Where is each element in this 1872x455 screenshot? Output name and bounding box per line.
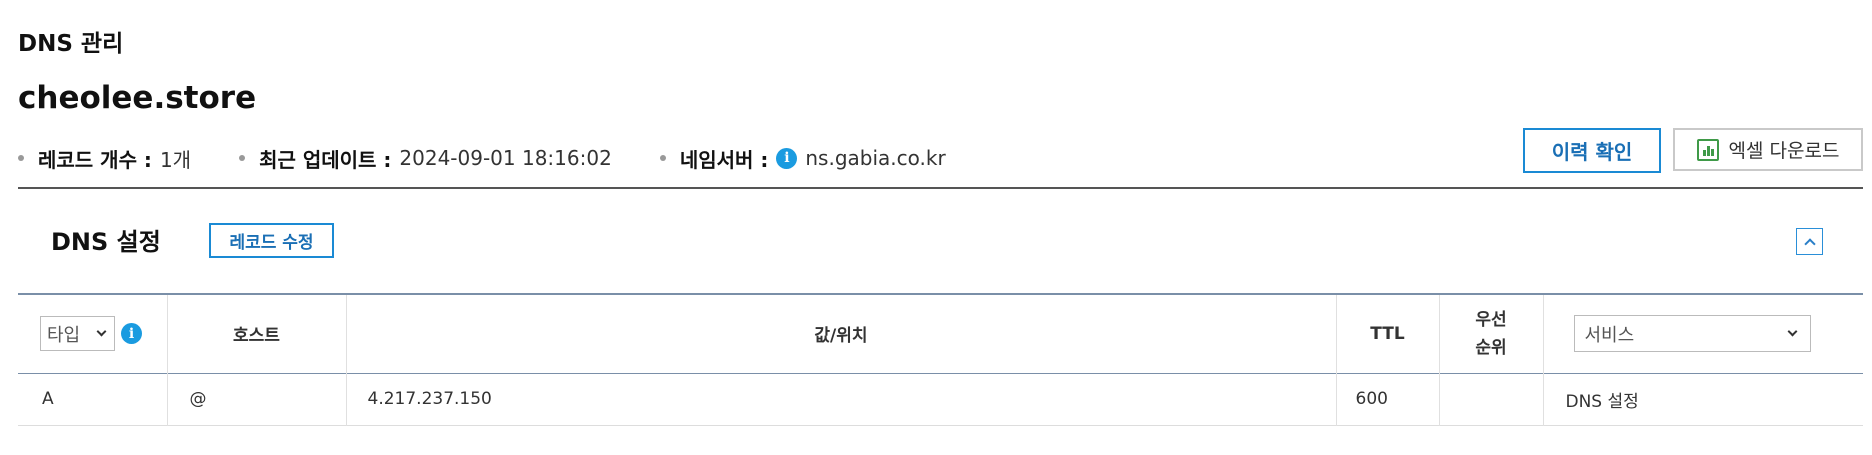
table-header-row: 타입 i 호스트 값/위치 TTL 우선 순위 서비스 <box>18 294 1863 373</box>
last-update-value: 2024-09-01 18:16:02 <box>399 146 612 170</box>
value-column-header: 값/위치 <box>346 294 1337 373</box>
collapse-button[interactable] <box>1796 228 1823 255</box>
excel-download-button[interactable]: 엑셀 다운로드 <box>1673 128 1863 171</box>
priority-header-line2: 순위 <box>1475 337 1507 358</box>
service-filter-select[interactable]: 서비스 <box>1573 315 1811 353</box>
bullet-icon <box>659 155 666 161</box>
service-filter-value: 서비스 <box>1584 324 1635 346</box>
dns-records-table: 타입 i 호스트 값/위치 TTL 우선 순위 서비스 A @ 4.217.23… <box>18 293 1863 426</box>
history-button[interactable]: 이력 확인 <box>1523 128 1661 173</box>
spreadsheet-icon <box>1696 138 1719 161</box>
table-row: A @ 4.217.237.150 600 DNS 설정 <box>18 373 1863 425</box>
bullet-icon <box>239 155 246 161</box>
priority-header-line1: 우선 <box>1475 309 1507 330</box>
record-host-cell: @ <box>167 373 347 425</box>
ttl-column-header: TTL <box>1336 294 1440 373</box>
dns-settings-title: DNS 설정 <box>51 228 161 256</box>
record-service-cell: DNS 설정 <box>1565 391 1639 412</box>
nameserver-item: 네임서버 : i ns.gabia.co.kr <box>659 144 946 173</box>
info-icon[interactable]: i <box>121 323 142 345</box>
record-priority-cell <box>1439 373 1544 425</box>
record-type-cell: A <box>18 373 168 425</box>
last-update-item: 최근 업데이트 : 2024-09-01 18:16:02 <box>239 144 612 173</box>
edit-records-button[interactable]: 레코드 수정 <box>209 223 334 258</box>
record-count-value: 1개 <box>159 147 192 172</box>
service-column-header: 서비스 <box>1543 294 1863 373</box>
type-filter-value: 타입 <box>47 324 81 346</box>
priority-column-header: 우선 순위 <box>1439 294 1544 373</box>
host-column-header: 호스트 <box>167 294 347 373</box>
record-count-item: 레코드 개수 : 1개 <box>18 144 191 173</box>
last-update-label: 최근 업데이트 : <box>259 147 392 172</box>
nameserver-label: 네임서버 : <box>679 147 769 172</box>
bullet-icon <box>18 155 24 161</box>
info-icon[interactable]: i <box>776 147 798 169</box>
header-divider <box>18 187 1863 189</box>
chevron-up-icon <box>1803 237 1816 250</box>
record-value-cell: 4.217.237.150 <box>346 373 1337 425</box>
page-label: DNS 관리 <box>18 31 124 57</box>
excel-download-label: 엑셀 다운로드 <box>1728 140 1840 162</box>
type-filter-select[interactable]: 타입 <box>40 316 115 352</box>
nameserver-value: ns.gabia.co.kr <box>805 146 946 170</box>
domain-title: cheolee.store <box>18 80 257 116</box>
record-count-label: 레코드 개수 : <box>38 147 152 172</box>
domain-summary: 레코드 개수 : 1개 최근 업데이트 : 2024-09-01 18:16:0… <box>18 143 994 173</box>
chevron-down-icon <box>96 326 107 337</box>
chevron-down-icon <box>1787 326 1797 337</box>
type-column-header: 타입 i <box>18 294 168 373</box>
record-ttl-cell: 600 <box>1336 373 1440 425</box>
